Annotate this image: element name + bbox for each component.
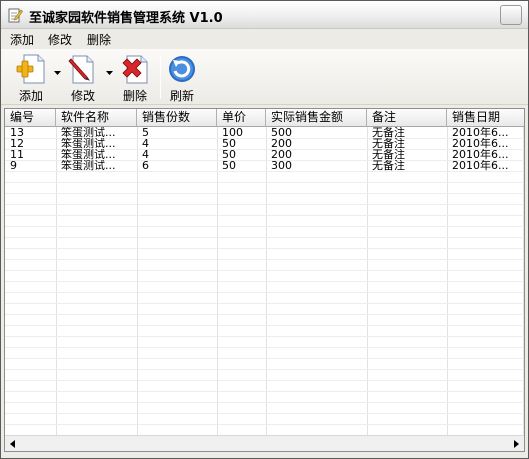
- grid-line: [5, 402, 524, 403]
- grid-line: [5, 380, 524, 381]
- add-button[interactable]: 添加: [11, 53, 51, 103]
- add-label: 添加: [18, 89, 43, 103]
- delete-label: 删除: [122, 89, 147, 103]
- cell-remark: 无备注: [372, 160, 405, 172]
- add-document-icon: [16, 54, 45, 84]
- toolbar: 添加 修改 删除 刷新: [1, 49, 528, 105]
- cell-quantity: 6: [142, 160, 149, 172]
- title-bar[interactable]: 至诚家园软件销售管理系统 V1.0: [1, 1, 528, 29]
- column-header-software-name[interactable]: 软件名称: [56, 109, 137, 127]
- edit-label: 修改: [70, 89, 95, 103]
- grid-line: [5, 270, 524, 271]
- delete-document-icon: [122, 55, 148, 84]
- column-header-actual-amount[interactable]: 实际销售金额: [266, 109, 367, 127]
- horizontal-scrollbar[interactable]: [5, 435, 524, 451]
- refresh-icon: [169, 56, 195, 82]
- column-header-sale-date[interactable]: 销售日期: [447, 109, 524, 127]
- column-header-unit-price[interactable]: 单价: [217, 109, 266, 127]
- menu-edit[interactable]: 修改: [48, 31, 72, 48]
- close-button[interactable]: [500, 5, 522, 25]
- grid-line: [5, 347, 524, 348]
- table-header: 编号 软件名称 销售份数 单价 实际销售金额 备注 销售日期: [5, 109, 524, 127]
- refresh-label: 刷新: [169, 89, 194, 103]
- grid-line: [5, 226, 524, 227]
- table-row[interactable]: 9 笨蛋测试... 6 50 300 无备注 2010年6...: [5, 160, 524, 172]
- grid-line: [5, 259, 524, 260]
- table-body: 13 笨蛋测试... 5 100 500 无备注 2010年6... 12 笨蛋…: [5, 127, 524, 435]
- add-dropdown-arrow-icon[interactable]: [54, 71, 61, 76]
- scroll-right-arrow-icon[interactable]: [508, 436, 524, 452]
- delete-button[interactable]: 删除: [115, 53, 155, 103]
- grid-line: [5, 182, 524, 183]
- window-title: 至诚家园软件销售管理系统 V1.0: [29, 11, 223, 26]
- menu-bar: 添加 修改 删除: [1, 29, 528, 49]
- cell-software-name: 笨蛋测试...: [61, 160, 116, 172]
- grid-line: [5, 193, 524, 194]
- scroll-left-arrow-icon[interactable]: [5, 436, 21, 452]
- app-window: 至诚家园软件销售管理系统 V1.0 添加 修改 删除 添加 修改 删除 刷新 编…: [0, 0, 529, 459]
- grid-line: [5, 424, 524, 425]
- cell-unit-price: 50: [222, 160, 236, 172]
- grid-line: [5, 215, 524, 216]
- grid-line: [5, 237, 524, 238]
- edit-dropdown-arrow-icon[interactable]: [106, 71, 113, 76]
- grid-line: [5, 281, 524, 282]
- edit-document-icon: [68, 55, 94, 84]
- cell-id: 9: [10, 160, 17, 172]
- menu-delete[interactable]: 删除: [87, 31, 111, 48]
- grid-line: [5, 292, 524, 293]
- grid-line: [5, 248, 524, 249]
- column-header-id[interactable]: 编号: [5, 109, 56, 127]
- column-header-remark[interactable]: 备注: [367, 109, 447, 127]
- grid-line: [5, 369, 524, 370]
- notepad-pencil-icon: [8, 8, 23, 23]
- toolbar-separator: [160, 55, 161, 99]
- edit-button[interactable]: 修改: [63, 53, 103, 103]
- scrollbar-thumb[interactable]: [22, 437, 506, 450]
- grid-line: [5, 413, 524, 414]
- refresh-button[interactable]: 刷新: [164, 53, 200, 103]
- menu-add[interactable]: 添加: [10, 31, 34, 48]
- cell-sale-date: 2010年6...: [452, 160, 509, 172]
- grid-line: [5, 303, 524, 304]
- cell-actual-amount: 300: [271, 160, 292, 172]
- column-header-quantity[interactable]: 销售份数: [137, 109, 217, 127]
- grid-line: [5, 336, 524, 337]
- grid-line: [5, 314, 524, 315]
- grid-line: [5, 325, 524, 326]
- grid-line: [5, 204, 524, 205]
- sales-table[interactable]: 编号 软件名称 销售份数 单价 实际销售金额 备注 销售日期 13 笨蛋测试..…: [4, 108, 525, 452]
- grid-line: [5, 391, 524, 392]
- grid-line: [5, 358, 524, 359]
